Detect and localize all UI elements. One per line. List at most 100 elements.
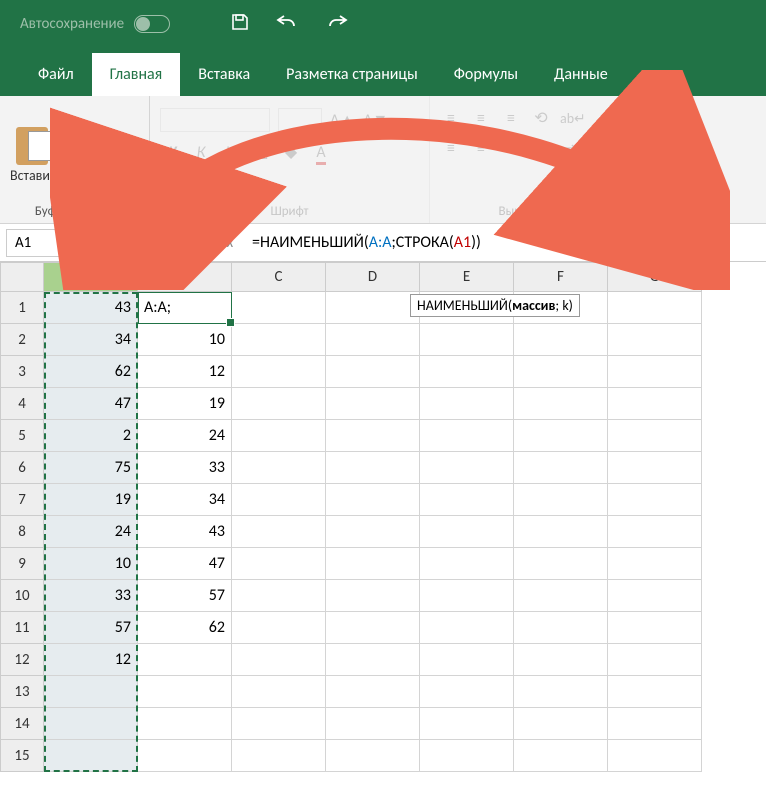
formula-input[interactable]: =НАИМЕНЬШИЙ(A:A;СТРОКА(A1)): [246, 233, 766, 252]
cell[interactable]: [326, 388, 420, 420]
italic-icon[interactable]: К: [190, 143, 212, 162]
merge-icon[interactable]: ⊞: [590, 138, 612, 158]
row-header[interactable]: 6: [0, 452, 44, 484]
tab-home[interactable]: Главная: [92, 53, 181, 96]
cell[interactable]: [420, 484, 514, 516]
cell[interactable]: [608, 644, 702, 676]
indent-increase-icon[interactable]: ⇥: [560, 138, 582, 158]
column-header-E[interactable]: E: [420, 262, 514, 292]
cell[interactable]: [232, 324, 326, 356]
cell[interactable]: 34: [44, 324, 138, 356]
font-name-box[interactable]: [160, 108, 270, 132]
cell[interactable]: [608, 580, 702, 612]
cell[interactable]: [326, 452, 420, 484]
row-header[interactable]: 9: [0, 548, 44, 580]
cell[interactable]: [44, 740, 138, 772]
cell[interactable]: 57: [138, 580, 232, 612]
bold-icon[interactable]: Ж: [160, 143, 182, 162]
cell[interactable]: [608, 292, 702, 324]
cell[interactable]: 57: [44, 612, 138, 644]
cell[interactable]: [420, 452, 514, 484]
cell[interactable]: [326, 612, 420, 644]
cell[interactable]: [232, 516, 326, 548]
cell[interactable]: [138, 708, 232, 740]
row-header[interactable]: 7: [0, 484, 44, 516]
cell[interactable]: [232, 356, 326, 388]
format-painter-icon[interactable]: 🖌: [74, 166, 96, 188]
cell[interactable]: [514, 548, 608, 580]
row-header[interactable]: 12: [0, 644, 44, 676]
autosave-toggle[interactable]: [134, 15, 170, 33]
cell[interactable]: [326, 708, 420, 740]
cell[interactable]: [232, 580, 326, 612]
column-header-B[interactable]: B: [138, 262, 232, 292]
row-header[interactable]: 8: [0, 516, 44, 548]
cell[interactable]: [420, 740, 514, 772]
tab-insert[interactable]: Вставка: [180, 53, 268, 96]
cut-icon[interactable]: ✂: [74, 118, 96, 140]
name-box[interactable]: A1 ▼: [6, 229, 146, 257]
align-top-icon[interactable]: ≡: [440, 109, 462, 128]
cell[interactable]: [232, 452, 326, 484]
cell[interactable]: [326, 356, 420, 388]
cell[interactable]: 12: [138, 356, 232, 388]
cell[interactable]: A:A;: [138, 292, 232, 324]
cell[interactable]: 43: [138, 516, 232, 548]
cell[interactable]: 34: [138, 484, 232, 516]
cell[interactable]: 19: [138, 388, 232, 420]
cell[interactable]: [420, 612, 514, 644]
cell[interactable]: [608, 356, 702, 388]
align-bottom-icon[interactable]: ≡: [500, 109, 522, 128]
wrap-text-icon[interactable]: ab↵: [560, 110, 586, 127]
cell[interactable]: 62: [44, 356, 138, 388]
row-header[interactable]: 15: [0, 740, 44, 772]
tab-formulas[interactable]: Формулы: [436, 53, 536, 96]
cell[interactable]: [326, 580, 420, 612]
cell[interactable]: 12: [44, 644, 138, 676]
cell[interactable]: [232, 740, 326, 772]
cell[interactable]: [420, 644, 514, 676]
cell[interactable]: [608, 612, 702, 644]
cell[interactable]: [514, 452, 608, 484]
cell[interactable]: 47: [138, 548, 232, 580]
cell[interactable]: 43: [44, 292, 138, 324]
row-header[interactable]: 11: [0, 612, 44, 644]
shrink-font-icon[interactable]: A▼: [363, 111, 388, 130]
accept-icon[interactable]: ✓: [182, 233, 210, 253]
cell[interactable]: [232, 676, 326, 708]
cell[interactable]: [420, 580, 514, 612]
cell[interactable]: [420, 356, 514, 388]
cell[interactable]: 47: [44, 388, 138, 420]
cell[interactable]: 2: [44, 420, 138, 452]
row-header[interactable]: 4: [0, 388, 44, 420]
save-icon[interactable]: [230, 12, 250, 37]
copy-icon[interactable]: ⎘: [74, 142, 96, 164]
cell[interactable]: 10: [44, 548, 138, 580]
cell[interactable]: [608, 388, 702, 420]
cell[interactable]: [608, 324, 702, 356]
cell[interactable]: [326, 324, 420, 356]
column-header-G[interactable]: G: [608, 262, 702, 292]
cell[interactable]: [608, 420, 702, 452]
align-middle-icon[interactable]: ≡: [470, 109, 492, 128]
cell[interactable]: [44, 676, 138, 708]
cell[interactable]: [514, 644, 608, 676]
cell[interactable]: [608, 740, 702, 772]
tab-data[interactable]: Данные: [536, 53, 626, 96]
align-left-icon[interactable]: ≡: [440, 139, 462, 158]
column-header-C[interactable]: C: [232, 262, 326, 292]
indent-decrease-icon[interactable]: ⇤: [530, 138, 552, 158]
cell[interactable]: [232, 612, 326, 644]
cell[interactable]: [420, 516, 514, 548]
cell[interactable]: [326, 676, 420, 708]
cell[interactable]: [608, 676, 702, 708]
font-size-box[interactable]: [278, 108, 322, 132]
cell[interactable]: [514, 516, 608, 548]
dropdown-icon[interactable]: ▼: [127, 236, 137, 249]
fill-color-icon[interactable]: ◆: [280, 142, 302, 162]
cell[interactable]: [608, 708, 702, 740]
paste-button[interactable]: Вставить: [10, 123, 62, 184]
cell[interactable]: [44, 708, 138, 740]
cell[interactable]: [514, 356, 608, 388]
cell[interactable]: 33: [44, 580, 138, 612]
